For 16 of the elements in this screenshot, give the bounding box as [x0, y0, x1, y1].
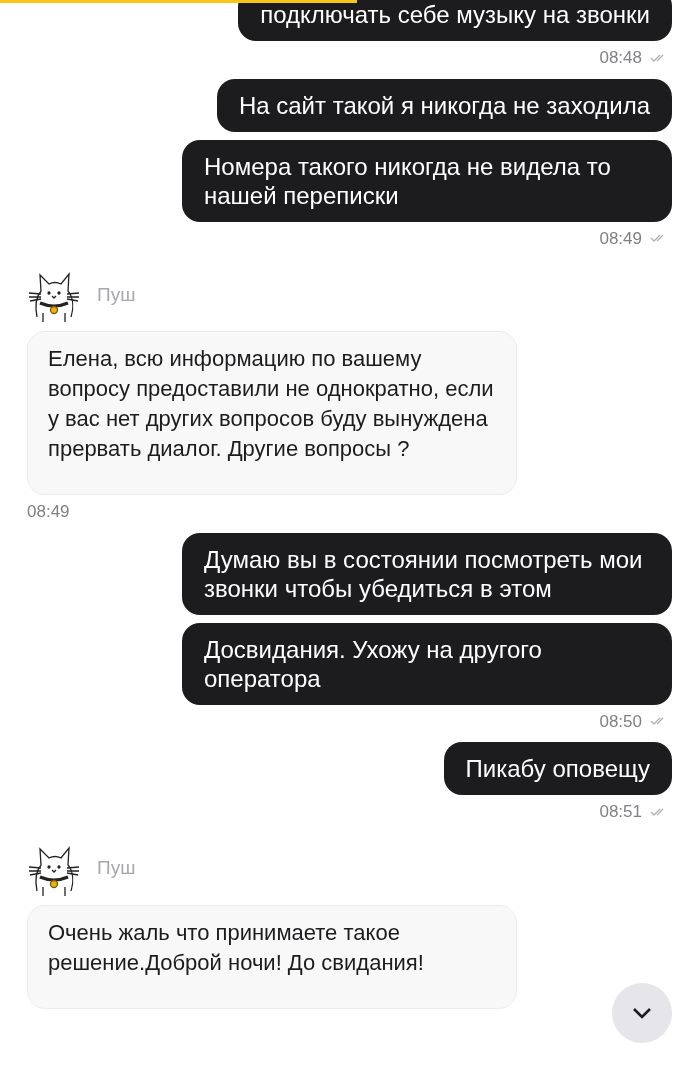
message-time: 08:49: [599, 227, 642, 250]
incoming-message-bubble: Елена, всю информацию по вашему вопросу предоставили не однократно, если у вас нет других вопросов буду вынуждена прервать диалог. Другие вопросы ?: [27, 331, 517, 495]
sender-name: Пуш: [97, 856, 136, 881]
message-time: 08:49: [27, 501, 70, 523]
message-time: 08:51: [599, 801, 642, 823]
outgoing-message-bubble: Пикабу оповещу: [443, 742, 672, 795]
message-time: 08:50: [599, 710, 642, 733]
outgoing-message-bubble: подключать себе музыку на звонки: [238, 0, 672, 41]
outgoing-message-bubble: Досвидания. Ухожу на другого оператора: [182, 622, 672, 705]
outgoing-message-bubble: Номера такого никогда не видела то нашей переписки: [182, 139, 672, 222]
sender-name: Пуш: [97, 282, 136, 307]
message-time: 08:48: [599, 47, 642, 69]
outgoing-message-bubble: На сайт такой я никогда не заходила: [216, 78, 672, 132]
incoming-message-bubble: Очень жаль что принимаете такое решение.Доброй ночи! До свидания!: [27, 904, 517, 1009]
outgoing-message-bubble: Думаю вы в состоянии посмотреть мои звонки чтобы убедиться в этом: [182, 532, 672, 615]
chevron-down-icon: [632, 1007, 652, 1019]
